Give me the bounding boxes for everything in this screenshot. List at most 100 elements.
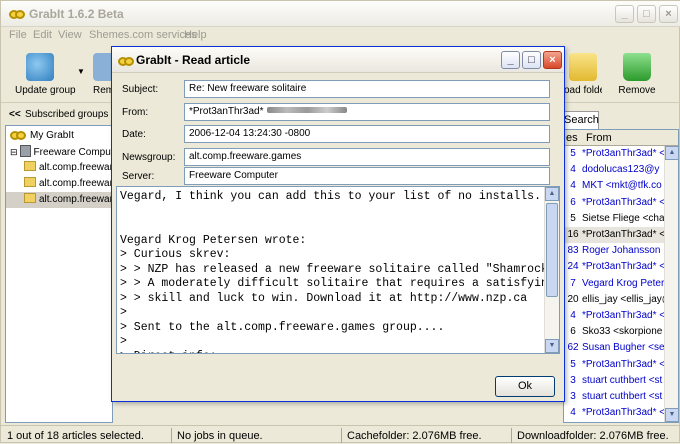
load-folder-button[interactable]: oad folder <box>564 53 602 96</box>
tree-item-group[interactable]: alt.comp.freeware <box>24 176 113 192</box>
status-divider <box>511 428 512 443</box>
articles-panel: Search es From 5 *Prot3anThr3ad* < 4 dodolu… <box>563 111 679 423</box>
dialog-title: GrabIt - Read article <box>136 53 251 67</box>
scroll-thumb[interactable] <box>546 203 558 297</box>
trash-icon <box>623 53 651 81</box>
list-item[interactable]: 20 ellis_jay <ellis_jay@ <box>564 292 664 308</box>
list-item[interactable]: 16 *Prot3anThr3ad* < <box>564 227 664 243</box>
menu-file[interactable]: File <box>9 29 27 41</box>
list-item[interactable]: 4 dodolucas123@y <box>564 162 664 178</box>
tree-item-mygrabit[interactable]: My GrabIt <box>10 128 74 144</box>
status-divider <box>171 428 172 443</box>
column-count-header[interactable]: es <box>566 132 578 144</box>
dropdown-arrow-icon[interactable]: ▼ <box>77 67 85 76</box>
server-icon <box>19 145 31 157</box>
list-item[interactable]: 6 *Prot3anThr3ad* < <box>564 195 664 211</box>
article-count: 83 <box>567 245 579 257</box>
remove-label: Remove <box>618 85 656 96</box>
dialog-maximize-button[interactable]: □ <box>522 51 541 69</box>
status-cache: Cachefolder: 2.076MB free. <box>347 430 482 442</box>
date-field[interactable]: 2006-12-04 13:24:30 -0800 <box>184 125 550 143</box>
maximize-button[interactable]: □ <box>637 5 656 23</box>
list-item[interactable]: 4 *Prot3anThr3ad* < <box>564 405 664 421</box>
list-item[interactable]: 3 stuart cuthbert <st <box>564 389 664 405</box>
list-item[interactable]: 24 *Prot3anThr3ad* < <box>564 259 664 275</box>
newsgroup-label: Newsgroup: <box>122 152 176 163</box>
subject-label: Subject: <box>122 84 159 95</box>
groups-tree: My GrabIt ⊟ Freeware Compute alt.comp.fre… <box>5 125 113 423</box>
article-count: 3 <box>570 391 576 402</box>
update-group-icon <box>26 53 54 81</box>
remove-button[interactable]: Remove <box>617 53 657 96</box>
article-body-line: > Curious skrev: <box>120 248 231 261</box>
tab-search[interactable]: Search <box>563 111 599 129</box>
article-count: 5 <box>570 358 576 370</box>
article-count: 62 <box>567 342 579 354</box>
collapse-panel-button[interactable]: << <box>9 109 21 120</box>
article-body[interactable]: Vegard, I think you can add this to your… <box>116 186 560 354</box>
article-from: Roger Johansson <box>582 245 661 257</box>
ok-button[interactable]: Ok <box>495 376 555 397</box>
newsgroup-field[interactable]: alt.comp.freeware.games <box>184 148 550 166</box>
redacted-email <box>266 107 347 113</box>
newsgroup-icon <box>24 177 36 187</box>
dialog-minimize-button[interactable]: _ <box>501 51 520 69</box>
menu-edit[interactable]: Edit <box>33 29 52 41</box>
scroll-up-icon[interactable]: ▲ <box>665 146 678 160</box>
article-count: 24 <box>567 261 579 273</box>
article-from: Sko33 <skorpione <box>582 326 663 338</box>
article-body-line: Vegard Krog Petersen wrote: <box>120 233 307 247</box>
list-item[interactable]: 7 Vegard Krog Peter <box>564 276 664 292</box>
list-item[interactable]: 62 Susan Bugher <se <box>564 340 664 356</box>
list-item[interactable]: 83 Roger Johansson <box>564 243 664 259</box>
tree-item-label: alt.comp.freeware <box>39 194 113 205</box>
collapse-icon[interactable]: ⊟ <box>10 147 18 157</box>
toolbar-icon <box>93 53 113 81</box>
article-from: stuart cuthbert <st <box>582 391 663 402</box>
article-count: 5 <box>570 148 576 159</box>
update-group-button[interactable]: Update group <box>15 53 76 96</box>
article-body-line: > > A moderately difficult solitaire tha… <box>120 277 548 290</box>
list-item[interactable]: 5 Sietse Fliege <cha <box>564 211 664 227</box>
app-title: GrabIt 1.6.2 Beta <box>29 7 124 21</box>
menu-view[interactable]: View <box>58 29 82 41</box>
server-field[interactable]: Freeware Computer <box>184 167 550 185</box>
article-from: Sietse Fliege <cha <box>582 212 664 224</box>
list-scrollbar[interactable]: ▲ ▼ <box>664 146 678 422</box>
list-item[interactable]: 4 *Prot3anThr3ad* < <box>564 308 664 324</box>
menu-services[interactable]: Shemes.com services <box>89 29 197 41</box>
tree-item-group[interactable]: alt.comp.freeware <box>24 160 112 176</box>
article-body-line: > <box>120 335 127 348</box>
remove-partial-button[interactable]: Remo <box>93 53 113 96</box>
statusbar: 1 out of 18 articles selected. No jobs i… <box>1 425 680 444</box>
menubar: File Edit View Shemes.com services Help <box>1 27 680 45</box>
close-button[interactable]: × <box>659 5 678 23</box>
list-item[interactable]: 3 stuart cuthbert <st <box>564 373 664 389</box>
list-item[interactable]: 5 *Prot3anThr3ad* < <box>564 146 664 162</box>
tree-item-server[interactable]: ⊟ Freeware Compute <box>10 144 112 160</box>
list-item[interactable]: 4 MKT <mkt@tfk.co <box>564 178 664 194</box>
from-field[interactable]: *Prot3anThr3ad* <box>184 103 550 121</box>
dialog-close-button[interactable]: × <box>543 51 562 69</box>
scroll-down-icon[interactable]: ▼ <box>545 339 559 353</box>
list-item[interactable]: 6 Sko33 <skorpione <box>564 324 664 340</box>
minimize-button[interactable]: _ <box>615 5 634 23</box>
article-from: Vegard Krog Peter <box>582 277 664 289</box>
scroll-down-icon[interactable]: ▼ <box>665 408 678 422</box>
glasses-icon <box>9 9 25 19</box>
menu-help[interactable]: Help <box>184 29 207 41</box>
tree-item-group-selected[interactable]: alt.comp.freeware <box>6 192 113 208</box>
article-body-line: > Sent to the alt.comp.freeware.games gr… <box>120 320 445 334</box>
article-from: *Prot3anThr3ad* < <box>582 261 664 273</box>
scroll-up-icon[interactable]: ▲ <box>545 187 559 201</box>
column-from-header[interactable]: From <box>586 132 612 144</box>
list-item[interactable]: 5 *Prot3anThr3ad* < <box>564 357 664 373</box>
tree-item-label: alt.comp.freeware <box>39 178 113 189</box>
newsgroup-icon <box>24 161 36 171</box>
status-divider <box>341 428 342 443</box>
subject-field[interactable]: Re: New freeware solitaire <box>184 80 550 98</box>
article-from: *Prot3anThr3ad* < <box>582 229 664 240</box>
date-label: Date: <box>122 129 146 140</box>
body-scrollbar[interactable]: ▲ ▼ <box>544 187 559 353</box>
subscribed-groups-title: Subscribed groups <box>25 109 109 120</box>
